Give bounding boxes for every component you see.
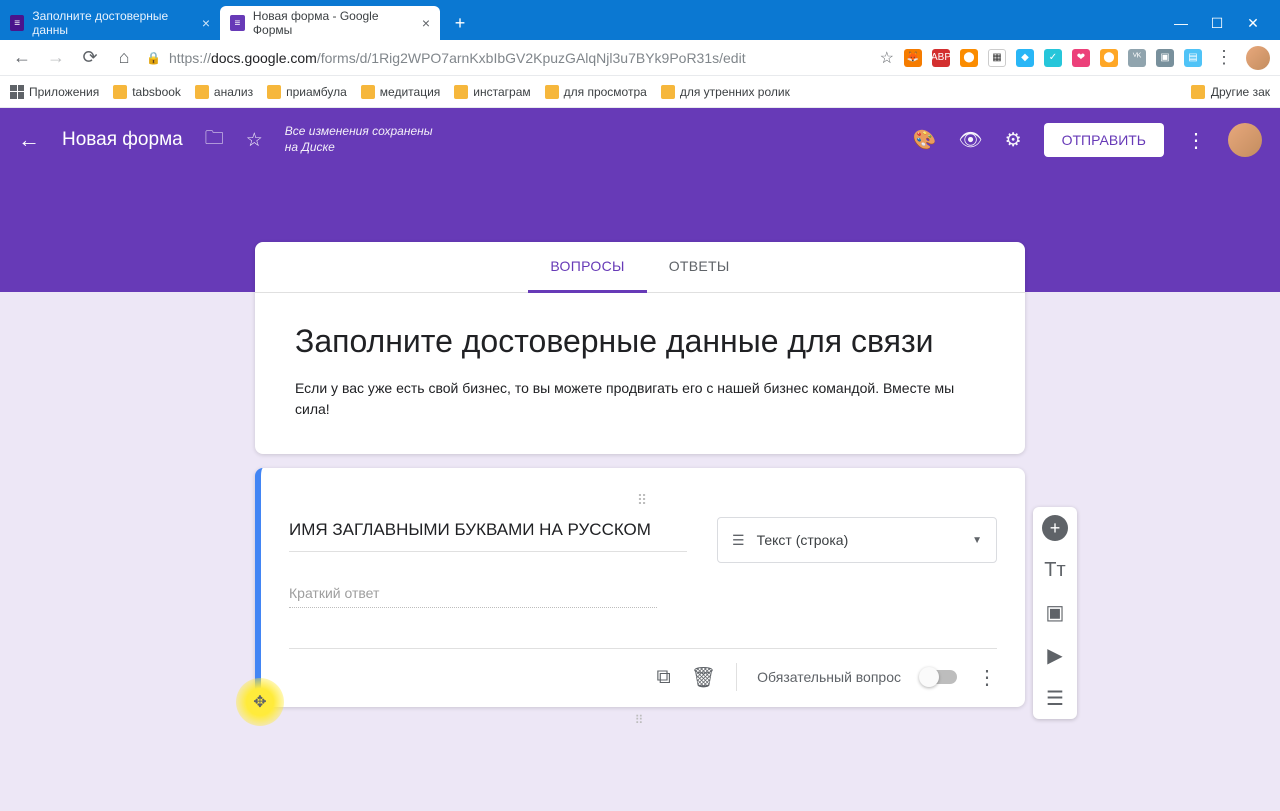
close-window-icon[interactable]: ✕	[1246, 16, 1260, 30]
close-icon[interactable]: ×	[422, 15, 430, 31]
chevron-down-icon: ▼	[972, 535, 982, 546]
browser-tab-strip: ≡ Заполните достоверные данны × ≡ Новая …	[0, 0, 1280, 40]
duplicate-icon[interactable]: ⧉	[656, 666, 670, 689]
add-question-button[interactable]: +	[1042, 515, 1068, 541]
bookmark-item[interactable]: tabsbook	[113, 85, 181, 99]
apps-icon	[10, 85, 24, 99]
address-bar: ← → ⟳ ⌂ 🔒 https://docs.google.com/forms/…	[0, 40, 1280, 76]
form-name[interactable]: Новая форма	[62, 129, 183, 151]
other-bookmarks[interactable]: Другие зак	[1191, 85, 1270, 99]
folder-icon	[195, 85, 209, 99]
required-toggle[interactable]	[921, 670, 957, 684]
tab-questions[interactable]: ВОПРОСЫ	[528, 242, 646, 293]
tab-responses[interactable]: ОТВЕТЫ	[647, 242, 752, 292]
question-title-input[interactable]: ИМЯ ЗАГЛАВНЫМИ БУКВАМИ НА РУССКОМ	[289, 517, 687, 552]
extension-icon[interactable]: ▦	[988, 49, 1006, 67]
bookmark-item[interactable]: инстаграм	[454, 85, 530, 99]
tab-title: Заполните достоверные данны	[32, 9, 189, 37]
required-label: Обязательный вопрос	[757, 669, 901, 685]
tab-favicon: ≡	[10, 15, 24, 31]
menu-icon[interactable]: ⋮	[1212, 46, 1236, 70]
extension-icon[interactable]: ▤	[1184, 49, 1202, 67]
browser-tab[interactable]: ≡ Новая форма - Google Формы ×	[220, 6, 440, 40]
tab-favicon: ≡	[230, 15, 245, 31]
bookmark-item[interactable]: для утренних ролик	[661, 85, 790, 99]
reload-button[interactable]: ⟳	[78, 46, 102, 70]
folder-icon	[1191, 85, 1205, 99]
add-section-icon[interactable]: ☰	[1046, 686, 1064, 711]
bookmarks-bar: Приложения tabsbook анализ приамбула мед…	[0, 76, 1280, 108]
profile-avatar[interactable]	[1246, 46, 1270, 70]
form-header-card: ВОПРОСЫ ОТВЕТЫ Заполните достоверные дан…	[255, 242, 1025, 454]
bookmark-item[interactable]: анализ	[195, 85, 253, 99]
tab-title: Новая форма - Google Формы	[253, 9, 410, 37]
delete-icon[interactable]: 🗑	[691, 665, 716, 690]
back-arrow-icon[interactable]: ←	[18, 127, 40, 153]
form-title[interactable]: Заполните достоверные данные для связи	[295, 323, 985, 360]
extension-icon[interactable]: ⱽᴷ	[1128, 49, 1146, 67]
folder-icon	[454, 85, 468, 99]
bookmark-item[interactable]: для просмотра	[545, 85, 647, 99]
folder-icon	[267, 85, 281, 99]
extension-icon[interactable]: ▣	[1156, 49, 1174, 67]
apps-button[interactable]: Приложения	[10, 85, 99, 99]
home-button[interactable]: ⌂	[112, 46, 136, 70]
bookmark-item[interactable]: приамбула	[267, 85, 347, 99]
extension-icon[interactable]: 🦊	[904, 49, 922, 67]
question-footer: ⧉ 🗑 Обязательный вопрос ⋮	[289, 648, 997, 691]
extension-icon[interactable]: ⬤	[1100, 49, 1118, 67]
folder-icon	[545, 85, 559, 99]
settings-icon[interactable]: ⚙	[1005, 129, 1022, 152]
back-button[interactable]: ←	[10, 46, 34, 70]
form-tabs: ВОПРОСЫ ОТВЕТЫ	[255, 242, 1025, 293]
new-tab-button[interactable]: +	[446, 9, 474, 37]
drag-handle-icon[interactable]: ⠿	[255, 713, 1025, 727]
folder-icon[interactable]: 🗀	[205, 124, 224, 156]
add-title-icon[interactable]: Tᴛ	[1044, 559, 1065, 582]
question-type-select[interactable]: ☰ Текст (строка) ▼	[717, 517, 997, 563]
question-type-label: Текст (строка)	[757, 532, 849, 548]
app-header: ← Новая форма 🗀 ☆ Все изменения сохранен…	[0, 108, 1280, 172]
extension-icon[interactable]: ❤	[1072, 49, 1090, 67]
form-description[interactable]: Если у вас уже есть свой бизнес, то вы м…	[295, 378, 985, 420]
drag-handle-icon[interactable]: ⠿	[289, 492, 997, 509]
minimize-icon[interactable]: —	[1174, 16, 1188, 30]
lock-icon: 🔒	[146, 51, 161, 65]
close-icon[interactable]: ×	[202, 15, 210, 31]
extension-icon[interactable]: ◆	[1016, 49, 1034, 67]
short-answer-placeholder: Краткий ответ	[289, 585, 657, 608]
question-card[interactable]: ⠿ ИМЯ ЗАГЛАВНЫМИ БУКВАМИ НА РУССКОМ ☰ Те…	[255, 468, 1025, 707]
save-status: Все изменения сохранены на Диске	[285, 124, 433, 155]
folder-icon	[361, 85, 375, 99]
preview-icon[interactable]: 👁	[958, 128, 982, 152]
folder-icon	[661, 85, 675, 99]
maximize-icon[interactable]: ☐	[1210, 16, 1224, 30]
more-icon[interactable]: ⋮	[1186, 128, 1206, 153]
extension-icon[interactable]: ⬤	[960, 49, 978, 67]
question-toolbar: + Tᴛ ▣ ▶ ☰	[1033, 507, 1077, 719]
user-avatar[interactable]	[1228, 123, 1262, 157]
palette-icon[interactable]: 🎨	[913, 128, 937, 152]
window-controls: — ☐ ✕	[1174, 16, 1280, 40]
forward-button[interactable]: →	[44, 46, 68, 70]
bookmark-item[interactable]: медитация	[361, 85, 440, 99]
star-icon[interactable]: ☆	[246, 129, 263, 152]
add-image-icon[interactable]: ▣	[1046, 600, 1065, 625]
url-input[interactable]: 🔒 https://docs.google.com/forms/d/1Rig2W…	[146, 50, 870, 66]
bookmark-star-icon[interactable]: ☆	[880, 48, 894, 68]
add-video-icon[interactable]: ▶	[1047, 643, 1062, 668]
more-options-icon[interactable]: ⋮	[977, 665, 997, 690]
extension-icon[interactable]: ABP	[932, 49, 950, 67]
browser-tab[interactable]: ≡ Заполните достоверные данны ×	[0, 6, 220, 40]
cursor-highlight: ✥	[236, 678, 284, 726]
content-area: ВОПРОСЫ ОТВЕТЫ Заполните достоверные дан…	[0, 292, 1280, 811]
folder-icon	[113, 85, 127, 99]
extensions: 🦊 ABP ⬤ ▦ ◆ ✓ ❤ ⬤ ⱽᴷ ▣ ▤ ⋮	[904, 46, 1270, 70]
short-text-icon: ☰	[732, 532, 745, 549]
extension-icon[interactable]: ✓	[1044, 49, 1062, 67]
send-button[interactable]: ОТПРАВИТЬ	[1044, 123, 1164, 157]
